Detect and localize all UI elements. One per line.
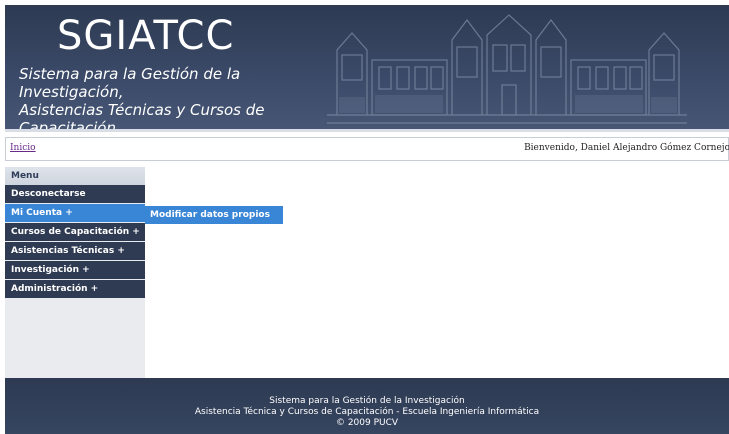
subtitle-line-1: Sistema para la Gestión de la Investigac… [19, 65, 241, 101]
menu-item-cursos-de-capacitacion[interactable]: Cursos de Capacitación + [5, 223, 145, 241]
footer-line-2: Asistencia Técnica y Cursos de Capacitac… [194, 407, 540, 417]
university-building-image [327, 14, 687, 124]
footer-copyright: © 2009 PUCV [335, 418, 399, 428]
welcome-message: Bienvenido, Daniel Alejandro Gómez Corne… [524, 143, 729, 153]
breadcrumb-home-link[interactable]: Inicio [10, 143, 36, 153]
app-logo: SGIATCC [57, 13, 235, 59]
menu-title: Menu [5, 167, 145, 185]
menu-item-administracion[interactable]: Administración + [5, 280, 145, 298]
header-banner: SGIATCC Sistema para la Gestión de la In… [5, 5, 729, 129]
menu-item-desconectarse[interactable]: Desconectarse [5, 185, 145, 203]
subtitle-line-2: Asistencias Técnicas y Cursos de Capacit… [19, 101, 265, 129]
app-subtitle: Sistema para la Gestión de la Investigac… [19, 65, 339, 129]
breadcrumb-bar: Inicio Bienvenido, Daniel Alejandro Góme… [5, 137, 729, 161]
menu-item-asistencias-tecnicas[interactable]: Asistencias Técnicas + [5, 242, 145, 260]
page-footer: Sistema para la Gestión de la Investigac… [5, 378, 729, 434]
submenu-item-modificar-datos-propios[interactable]: Modificar datos propios [145, 206, 283, 224]
header-divider [5, 129, 729, 132]
menu-item-investigacion[interactable]: Investigación + [5, 261, 145, 279]
footer-line-1: Sistema para la Gestión de la Investigac… [269, 396, 465, 406]
menu-item-mi-cuenta[interactable]: Mi Cuenta + [5, 204, 145, 222]
sidebar-menu: Menu Desconectarse Mi Cuenta + Cursos de… [5, 167, 145, 378]
